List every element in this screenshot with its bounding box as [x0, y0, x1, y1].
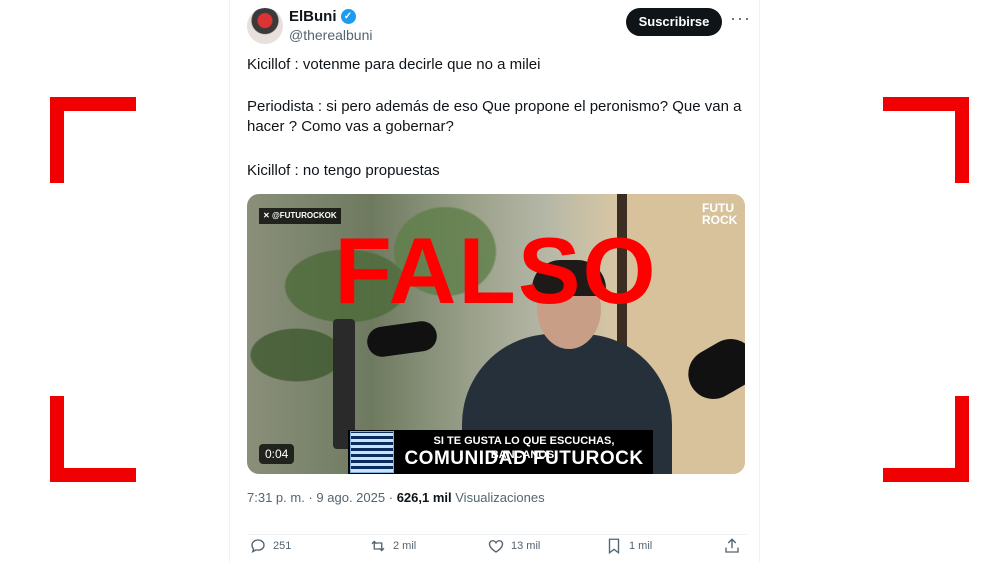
reply-count: 251	[273, 540, 292, 552]
red-corner-bracket-bottom-right	[883, 396, 969, 482]
like-button[interactable]: 13 mil	[487, 537, 540, 555]
repost-count: 2 mil	[393, 540, 417, 552]
reply-icon	[251, 539, 265, 553]
repost-button[interactable]: 2 mil	[369, 537, 416, 555]
red-corner-bracket-top-left	[50, 97, 136, 183]
red-corner-bracket-bottom-left	[50, 396, 136, 482]
tweet-meta: 7:31 p. m. · 9 ago. 2025 · 626,1 mil Vis…	[247, 490, 545, 505]
views-label: Visualizaciones	[455, 490, 545, 505]
author-name-row[interactable]: ElBuni ✓	[289, 8, 356, 25]
falso-stamp: FALSO	[334, 218, 658, 323]
qr-code-icon	[350, 431, 394, 473]
tweet-text-line-1: Kicillof : votenme para decirle que no a…	[247, 56, 541, 73]
bookmark-button[interactable]: 1 mil	[605, 537, 652, 555]
share-button[interactable]	[723, 537, 741, 555]
video-duration: 0:04	[259, 444, 295, 464]
video-player[interactable]: ✕ @FUTUROCKOK FUTU ROCK FALSO SI TE GUST…	[247, 194, 745, 474]
action-bar: 251 2 mil 13 mil 1 mil	[247, 534, 747, 557]
repost-icon	[371, 540, 385, 552]
more-options-icon[interactable]: ···	[730, 8, 751, 29]
tweet-text-line-3: Kicillof : no tengo propuestas	[247, 162, 440, 179]
heart-icon	[488, 540, 504, 553]
bookmark-count: 1 mil	[629, 540, 653, 552]
banner-title: COMUNIDAD FUTUROCK	[404, 448, 644, 469]
tweet-card: ElBuni ✓ @therealbuni Suscribirse ··· Ki…	[229, 0, 760, 562]
red-corner-bracket-top-right	[883, 97, 969, 183]
views-count: 626,1 mil	[396, 490, 452, 505]
bookmark-icon	[608, 538, 620, 555]
tweet-date[interactable]: 9 ago. 2025	[316, 490, 385, 505]
author-name[interactable]: ElBuni	[289, 8, 337, 25]
reply-button[interactable]: 251	[249, 537, 291, 555]
subscribe-button[interactable]: Suscribirse	[626, 8, 722, 36]
avatar[interactable]	[247, 8, 283, 44]
tweet-text-line-2: Periodista : si pero además de eso Que p…	[247, 98, 742, 135]
share-icon	[725, 538, 739, 553]
like-count: 13 mil	[511, 540, 541, 552]
verified-badge-icon: ✓	[340, 9, 356, 24]
author-handle[interactable]: @therealbuni	[289, 27, 373, 43]
tweet-time[interactable]: 7:31 p. m.	[247, 490, 305, 505]
